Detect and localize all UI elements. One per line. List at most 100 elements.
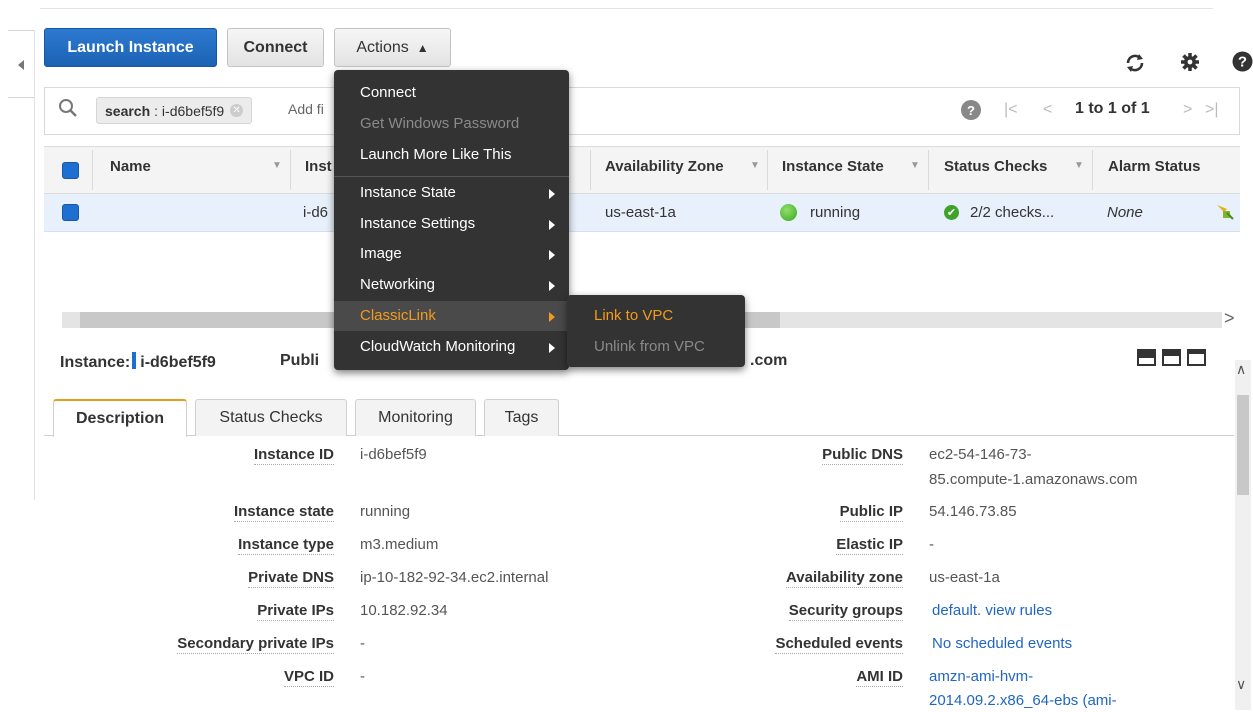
first-page-icon[interactable]: |< — [1004, 101, 1018, 119]
private-dns-value: ip-10-182-92-34.ec2.internal — [360, 569, 549, 586]
search-help-icon[interactable]: ? — [961, 100, 981, 120]
menu-item-launch-more[interactable]: Launch More Like This — [360, 146, 511, 163]
row-checkbox[interactable] — [62, 204, 79, 221]
private-ips-value: 10.182.92.34 — [360, 602, 448, 619]
submenu-arrow-icon — [549, 343, 555, 353]
token-key: search — [105, 102, 151, 119]
next-page-icon[interactable]: > — [1183, 101, 1192, 119]
tab-status-checks[interactable]: Status Checks — [195, 399, 347, 436]
private-dns-label: Private DNS — [248, 569, 334, 588]
create-alarm-icon[interactable] — [1214, 200, 1236, 222]
column-divider — [767, 150, 768, 190]
running-status-icon — [780, 204, 797, 221]
ami-id-label: AMI ID — [856, 668, 903, 687]
menu-item-networking[interactable]: Networking — [360, 276, 435, 293]
cell-alarm-status: None — [1107, 204, 1143, 221]
column-header-alarm-status[interactable]: Alarm Status — [1108, 158, 1201, 175]
layout-bottom-icon[interactable] — [1137, 349, 1156, 366]
submenu-arrow-icon — [549, 281, 555, 291]
column-divider — [92, 150, 93, 190]
token-value: : i-d6bef5f9 — [154, 102, 225, 119]
layout-split-icon[interactable] — [1162, 349, 1181, 366]
top-divider — [40, 8, 1213, 9]
sort-icon[interactable]: ▼ — [1074, 160, 1084, 171]
tab-description[interactable]: Description — [53, 399, 187, 437]
security-group-link[interactable]: default — [932, 602, 977, 619]
sort-icon[interactable]: ▼ — [750, 160, 760, 171]
column-header-status-checks[interactable]: Status Checks — [944, 158, 1047, 175]
svg-text:?: ? — [1238, 54, 1247, 71]
submenu-arrow-icon — [549, 189, 555, 199]
launch-instance-button[interactable]: Launch Instance — [44, 28, 217, 67]
sort-icon[interactable]: ▼ — [910, 160, 920, 171]
menu-item-instance-state[interactable]: Instance State — [360, 184, 456, 201]
select-all-checkbox[interactable] — [62, 162, 79, 179]
connect-button[interactable]: Connect — [227, 28, 324, 67]
prev-page-icon[interactable]: < — [1043, 101, 1052, 119]
public-dns-label: Public DNS — [822, 446, 903, 465]
public-dns-value-line1: ec2-54-146-73- — [929, 446, 1032, 463]
vertical-scrollbar-thumb[interactable] — [1237, 395, 1249, 495]
ami-id-link-line1[interactable]: amzn-ami-hvm- — [929, 666, 1033, 688]
scroll-down-icon[interactable]: ∨ — [1236, 676, 1246, 693]
ami-id-link-line2[interactable]: 2014.09.2.x86_64-ebs (ami- — [929, 690, 1117, 712]
secondary-private-ips-value: - — [360, 635, 365, 652]
sidebar-divider — [34, 30, 35, 500]
cell-status-checks[interactable]: 2/2 checks... — [970, 204, 1054, 221]
gear-icon[interactable] — [1180, 52, 1200, 72]
last-page-icon[interactable]: >| — [1205, 101, 1219, 119]
column-header-name[interactable]: Name — [110, 158, 151, 175]
checkmark-icon: ✔ — [944, 205, 959, 220]
public-dns-heading: Publi — [280, 352, 320, 369]
add-filter-input[interactable]: Add fi — [288, 101, 324, 117]
sort-icon[interactable]: ▼ — [272, 160, 282, 171]
instance-label: Instance: — [60, 354, 131, 371]
submenu-item-link-to-vpc[interactable]: Link to VPC — [594, 307, 673, 324]
column-divider — [590, 150, 591, 190]
instance-title: Instance: i-d6bef5f9 — [60, 352, 216, 372]
actions-label: Actions — [356, 38, 409, 56]
view-rules-link[interactable]: view rules — [985, 602, 1052, 619]
secondary-private-ips-label: Secondary private IPs — [177, 635, 334, 654]
scroll-up-icon[interactable]: ∧ — [1236, 361, 1246, 378]
column-header-availability-zone[interactable]: Availability Zone — [605, 158, 724, 175]
instance-color-marker — [132, 352, 137, 369]
instance-id-heading: i-d6bef5f9 — [140, 354, 216, 371]
tab-tags[interactable]: Tags — [484, 399, 559, 436]
layout-top-icon[interactable] — [1187, 349, 1206, 366]
submenu-arrow-icon — [549, 250, 555, 260]
search-icon — [59, 99, 77, 117]
availability-zone-label: Availability zone — [786, 569, 903, 588]
menu-item-cloudwatch-monitoring[interactable]: CloudWatch Monitoring — [360, 338, 515, 355]
collapse-sidebar-button[interactable] — [8, 30, 35, 98]
scroll-right-icon[interactable]: > — [1224, 308, 1235, 329]
menu-item-instance-settings[interactable]: Instance Settings — [360, 215, 475, 232]
scheduled-events-label: Scheduled events — [775, 635, 903, 654]
submenu-item-unlink-from-vpc: Unlink from VPC — [594, 338, 705, 355]
tab-monitoring[interactable]: Monitoring — [355, 399, 476, 436]
menu-item-classiclink[interactable]: ClassicLink — [360, 307, 436, 324]
pagination-text: 1 to 1 of 1 — [1075, 100, 1150, 117]
private-ips-label: Private IPs — [257, 602, 334, 621]
public-ip-label: Public IP — [839, 503, 903, 522]
instance-type-value: m3.medium — [360, 536, 439, 553]
scheduled-events-link[interactable]: No scheduled events — [932, 633, 1072, 655]
classiclink-submenu — [567, 295, 745, 367]
actions-button[interactable]: Actions ▲ — [334, 28, 451, 67]
menu-item-connect[interactable]: Connect — [360, 84, 416, 101]
column-header-instance-id[interactable]: Inst — [305, 158, 332, 175]
column-header-instance-state[interactable]: Instance State — [782, 158, 884, 175]
refresh-icon[interactable] — [1124, 52, 1146, 74]
search-token[interactable]: search: i-d6bef5f9 ✕ — [96, 97, 253, 124]
help-icon[interactable]: ? — [1232, 51, 1253, 72]
chevron-up-icon: ▲ — [416, 40, 429, 55]
cell-instance-state: running — [810, 204, 861, 221]
instance-state-label: Instance state — [233, 503, 334, 522]
instance-state-value: running — [360, 503, 411, 520]
menu-item-image[interactable]: Image — [360, 245, 402, 262]
security-groups-value: default. view rules — [932, 602, 1053, 619]
remove-token-icon[interactable]: ✕ — [230, 104, 244, 117]
cell-availability-zone: us-east-1a — [605, 204, 676, 221]
public-dns-value-line2: 85.compute-1.amazonaws.com — [929, 471, 1138, 488]
submenu-arrow-icon — [549, 220, 555, 230]
